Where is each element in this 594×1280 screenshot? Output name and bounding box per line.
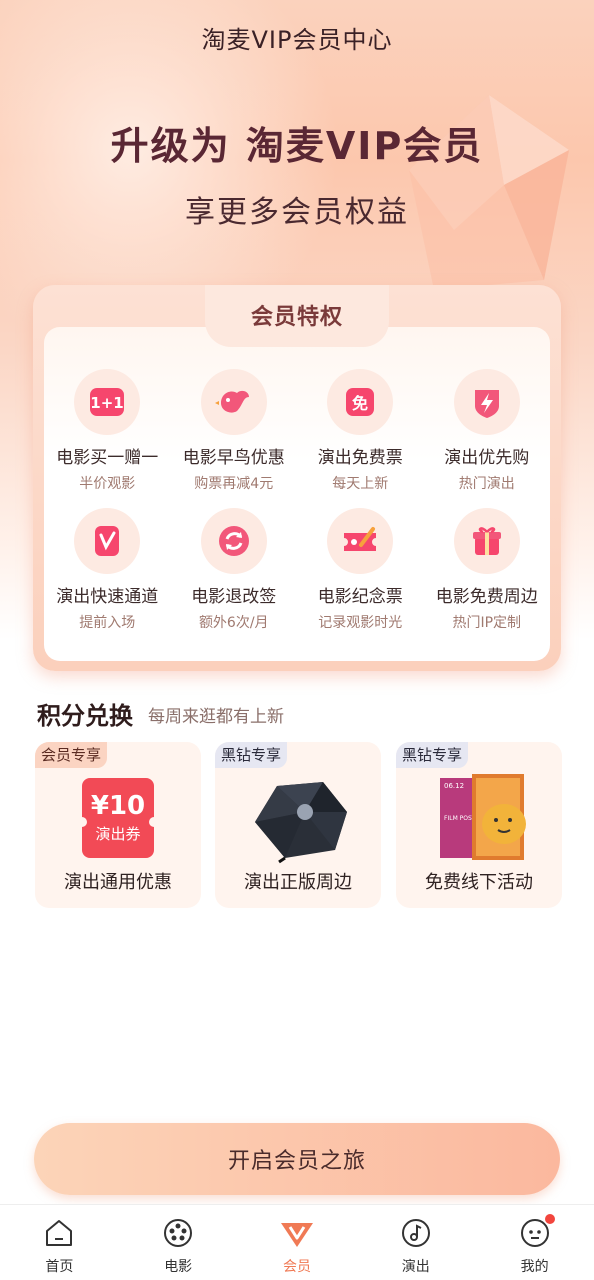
privilege-movie-bogo[interactable]: 1+1 电影买一赠一 半价观影 [44, 369, 171, 494]
exchange-card-merch[interactable]: 黑钻专享 演出正版周边 [215, 742, 381, 908]
coupon-image: ¥10 演出券 [77, 778, 159, 858]
member-exclusive-badge: 会员专享 [35, 742, 108, 768]
umbrella-image [255, 782, 347, 864]
vip-v-icon [238, 1213, 357, 1253]
poster-date: 06.12 [444, 782, 464, 790]
page-title: 淘麦VIP会员中心 [201, 26, 393, 54]
film-reel-icon [119, 1213, 238, 1253]
souvenir-ticket-icon [327, 508, 394, 574]
exchange-card-label: 免费线下活动 [425, 872, 533, 893]
black-diamond-badge: 黑钻专享 [396, 742, 469, 768]
one-plus-one-icon: 1+1 [74, 369, 141, 435]
free-ticket-icon: 免 [327, 369, 394, 435]
tab-show[interactable]: 演出 [356, 1205, 475, 1280]
tab-vip[interactable]: 会员 [238, 1205, 357, 1280]
privilege-refund-change[interactable]: 电影退改签 额外6次/月 [171, 508, 298, 633]
coupon-text: 演出券 [95, 825, 140, 843]
privileges-grid: 1+1 电影买一赠一 半价观影 电影早鸟优惠 购票再减4元 免 演出免费票 每天… [44, 369, 550, 633]
hero-subtitle: 享更多会员权益 [185, 195, 409, 230]
black-diamond-badge: 黑钻专享 [215, 742, 288, 768]
tab-movie[interactable]: 电影 [119, 1205, 238, 1280]
home-icon [0, 1213, 119, 1253]
privileges-card: 1+1 电影买一赠一 半价观影 电影早鸟优惠 购票再减4元 免 演出免费票 每天… [33, 285, 561, 671]
privilege-free-ticket[interactable]: 免 演出免费票 每天上新 [297, 369, 424, 494]
profile-face-icon [475, 1213, 594, 1253]
music-note-icon [356, 1213, 475, 1253]
privileges-title: 会员特权 [250, 305, 343, 330]
privilege-souvenir-ticket[interactable]: 电影纪念票 记录观影时光 [297, 508, 424, 633]
start-membership-button[interactable]: 开启会员之旅 [34, 1123, 560, 1195]
hero-title: 升级为 淘麦VIP会员 [110, 124, 484, 168]
early-bird-icon [200, 369, 267, 435]
points-exchange-subtitle: 每周来逛都有上新 [148, 707, 284, 727]
bottom-tab-bar: 首页 电影 会员 演出 我的 [0, 1204, 594, 1280]
tab-mine[interactable]: 我的 [475, 1205, 594, 1280]
privilege-fast-lane[interactable]: 演出快速通道 提前入场 [44, 508, 171, 633]
refund-change-icon [200, 508, 267, 574]
privilege-free-merch[interactable]: 电影免费周边 热门IP定制 [424, 508, 551, 633]
exchange-card-label: 演出正版周边 [244, 872, 352, 893]
coupon-amount: ¥10 [91, 791, 145, 821]
tab-home[interactable]: 首页 [0, 1205, 119, 1280]
svg-text:1+1: 1+1 [91, 394, 124, 412]
exchange-card-coupon[interactable]: 会员专享 ¥10 演出券 演出通用优惠 [35, 742, 201, 908]
exchange-card-event[interactable]: 黑钻专享 06.12 FILM POSTER ART 免费线下活动 [396, 742, 562, 908]
svg-text:免: 免 [352, 394, 368, 413]
fast-lane-icon [74, 508, 141, 574]
privilege-early-bird[interactable]: 电影早鸟优惠 购票再减4元 [171, 369, 298, 494]
priority-lightning-icon [453, 369, 520, 435]
privilege-priority-purchase[interactable]: 演出优先购 热门演出 [424, 369, 551, 494]
event-poster-image: 06.12 FILM POSTER ART [440, 774, 526, 860]
gift-box-icon [453, 508, 520, 574]
privileges-panel: 1+1 电影买一赠一 半价观影 电影早鸟优惠 购票再减4元 免 演出免费票 每天… [44, 327, 550, 661]
exchange-card-label: 演出通用优惠 [64, 872, 172, 893]
points-exchange-title: 积分兑换 [37, 702, 133, 730]
